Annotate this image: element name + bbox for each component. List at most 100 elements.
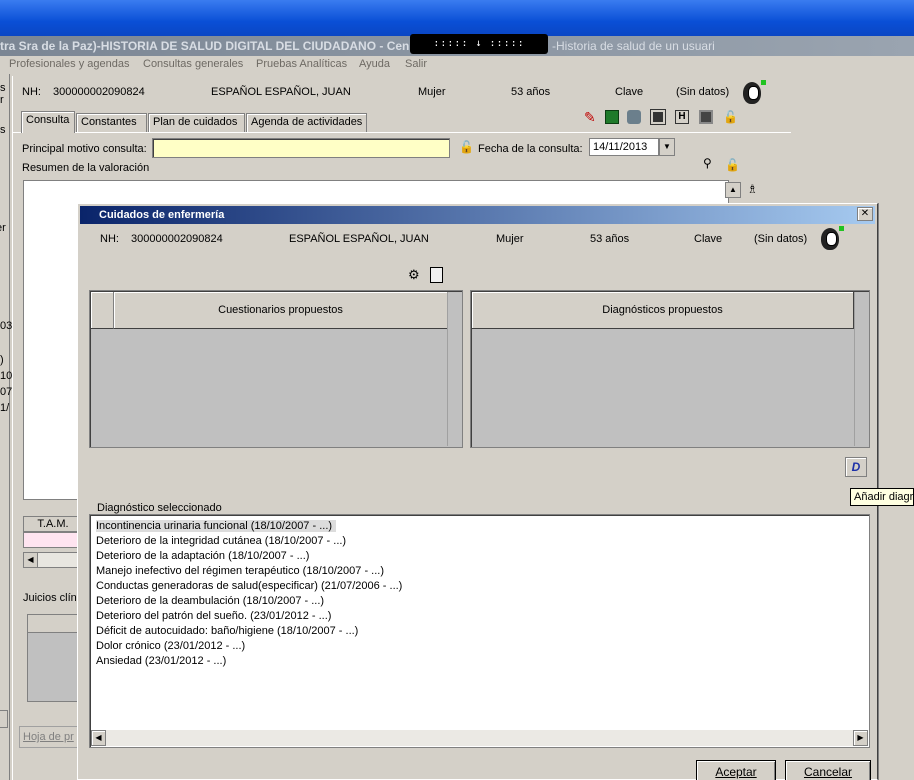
left-fragment: er bbox=[0, 222, 6, 234]
diag-group-label: Diagnóstico seleccionado bbox=[97, 502, 222, 514]
nh-value: 300000002090824 bbox=[53, 86, 145, 98]
patient-name: ESPAÑOL ESPAÑOL, JUAN bbox=[211, 86, 351, 98]
clave-value: (Sin datos) bbox=[754, 233, 808, 245]
tam-value-cell[interactable] bbox=[23, 532, 83, 548]
patient-age: 53 años bbox=[511, 86, 551, 98]
list-item[interactable]: Deterioro de la adaptación (18/10/2007 -… bbox=[96, 550, 309, 562]
juicios-label: Juicios clín bbox=[23, 592, 77, 604]
menu-bar: Profesionales y agendas Consultas genera… bbox=[0, 56, 914, 74]
tam-column-header: T.A.M. bbox=[23, 516, 83, 532]
diagnosis-list[interactable]: Incontinencia urinaria funcional (18/10/… bbox=[89, 514, 870, 748]
nh-label: NH: bbox=[22, 86, 41, 98]
left-fragment: 1/ bbox=[0, 402, 10, 414]
left-fragment: 07 bbox=[0, 386, 13, 398]
diagnosticos-header[interactable]: Diagnósticos propuestos bbox=[472, 292, 854, 329]
grid-icon[interactable] bbox=[605, 110, 619, 124]
background-window-left: s r s er 03 ) 10 07 1/ bbox=[0, 74, 13, 780]
horizontal-scrollbar[interactable]: ◀ ▶ bbox=[91, 730, 868, 746]
dialog-titlebar: Cuidados de enfermería bbox=[80, 206, 875, 224]
cuestionarios-scroll bbox=[447, 292, 461, 446]
list-item[interactable]: Deterioro de la integridad cutánea (18/1… bbox=[96, 535, 346, 547]
hoja-button[interactable]: Hoja de pr bbox=[19, 726, 83, 748]
window-title-suffix: -Historia de salud de un usuari bbox=[552, 39, 715, 53]
scroll-up-icon[interactable]: ▲ bbox=[725, 182, 741, 198]
menu-salir[interactable]: Salir bbox=[405, 58, 427, 70]
cuidados-dialog: Cuidados de enfermería ✕ NH: 30000000209… bbox=[77, 203, 878, 780]
diagnostico-seleccionado-group: Diagnóstico seleccionado Incontinencia u… bbox=[89, 500, 870, 748]
fecha-label: Fecha de la consulta: bbox=[478, 143, 583, 155]
hospital-icon[interactable]: H bbox=[675, 110, 689, 124]
diagnosticos-panel[interactable]: Diagnósticos propuestos bbox=[470, 290, 870, 448]
list-item[interactable]: Conductas generadoras de salud(especific… bbox=[96, 580, 402, 592]
left-fragment: s r bbox=[0, 82, 6, 106]
left-fragment: ) bbox=[0, 354, 4, 366]
patient-name: ESPAÑOL ESPAÑOL, JUAN bbox=[289, 233, 429, 245]
left-fragment: s bbox=[0, 124, 6, 136]
menu-ayuda[interactable]: Ayuda bbox=[359, 58, 390, 70]
lock-icon[interactable]: 🔓 bbox=[459, 140, 474, 154]
dialog-title: Cuidados de enfermería bbox=[99, 209, 225, 221]
list-item[interactable]: Deterioro del patrón del sueño. (23/01/2… bbox=[96, 610, 331, 622]
nh-value: 300000002090824 bbox=[131, 233, 223, 245]
patient-avatar bbox=[739, 80, 766, 110]
user-icon[interactable]: ♗ bbox=[747, 182, 758, 196]
list-item[interactable]: Manejo inefectivo del régimen terapéutic… bbox=[96, 565, 384, 577]
resumen-label: Resumen de la valoración bbox=[22, 162, 150, 174]
scroll-left-icon[interactable]: ◀ bbox=[24, 553, 38, 567]
patient-sex: Mujer bbox=[496, 233, 524, 245]
tab-divider bbox=[13, 132, 791, 133]
tab-consulta[interactable]: Consulta bbox=[21, 111, 75, 133]
list-item[interactable]: Ansiedad (23/01/2012 - ...) bbox=[96, 655, 226, 667]
zoom-icon[interactable]: ⚲ bbox=[703, 156, 712, 170]
cuestionarios-row-header bbox=[91, 292, 114, 329]
accept-button[interactable]: Aceptar bbox=[696, 760, 776, 780]
people-icon[interactable] bbox=[627, 110, 641, 124]
settings-icon[interactable]: ⚙ bbox=[408, 267, 420, 283]
taskbar-top bbox=[0, 0, 914, 36]
cancel-button-label: Cancelar bbox=[803, 765, 853, 779]
left-fragment: 03 bbox=[0, 320, 13, 332]
clave-value: (Sin datos) bbox=[676, 86, 730, 98]
list-item[interactable]: Déficit de autocuidado: baño/higiene (18… bbox=[96, 625, 358, 637]
scroll-right-icon[interactable]: ▶ bbox=[853, 730, 868, 746]
nh-label: NH: bbox=[100, 233, 119, 245]
pencil-icon[interactable]: ✎ bbox=[584, 110, 598, 124]
left-fragment: 10 bbox=[0, 370, 13, 382]
motivo-input[interactable] bbox=[152, 138, 450, 158]
list-item[interactable]: Deterioro de la deambulación (18/10/2007… bbox=[96, 595, 324, 607]
tam-scrollbar[interactable]: ◀ bbox=[23, 552, 83, 568]
add-diagnosis-tooltip: Añadir diagr bbox=[850, 488, 914, 506]
juicios-grid[interactable] bbox=[27, 614, 83, 702]
list-item[interactable]: Dolor crónico (23/01/2012 - ...) bbox=[96, 640, 245, 652]
list-item[interactable]: Incontinencia urinaria funcional (18/10/… bbox=[96, 520, 337, 532]
close-icon[interactable]: ✕ bbox=[857, 207, 873, 221]
diagnosticos-scroll bbox=[854, 292, 868, 446]
menu-profesionales[interactable]: Profesionales y agendas bbox=[9, 58, 129, 70]
fecha-input[interactable]: 14/11/2013 bbox=[589, 138, 659, 156]
cancel-button[interactable]: Cancelar bbox=[785, 760, 871, 780]
building-icon[interactable] bbox=[699, 110, 713, 124]
cuestionarios-header[interactable]: Cuestionarios propuestos bbox=[114, 292, 448, 329]
patient-age: 53 años bbox=[590, 233, 630, 245]
accept-button-label: Aceptar bbox=[715, 765, 757, 779]
window-title: tra Sra de la Paz)-HISTORIA DE SALUD DIG… bbox=[0, 39, 410, 53]
cuestionarios-panel[interactable]: Cuestionarios propuestos bbox=[89, 290, 463, 448]
clipboard-icon[interactable] bbox=[430, 267, 443, 283]
left-button-fragment[interactable] bbox=[0, 710, 8, 728]
lock-icon[interactable]: 🔓 bbox=[725, 158, 740, 172]
scroll-left-icon[interactable]: ◀ bbox=[91, 730, 106, 746]
motivo-label: Principal motivo consulta: bbox=[22, 143, 147, 155]
clave-label: Clave bbox=[694, 233, 723, 245]
menu-consultas[interactable]: Consultas generales bbox=[143, 58, 243, 70]
tab-constantes[interactable]: Constantes bbox=[76, 113, 147, 132]
tab-agenda[interactable]: Agenda de actividades bbox=[246, 113, 367, 132]
menu-pruebas[interactable]: Pruebas Analíticas bbox=[256, 58, 347, 70]
lock-icon[interactable]: 🔓 bbox=[723, 110, 738, 124]
patient-avatar bbox=[817, 226, 844, 256]
book-icon[interactable] bbox=[650, 109, 666, 125]
chevron-down-icon[interactable]: ▼ bbox=[659, 138, 675, 156]
add-diagnosis-button[interactable]: D bbox=[845, 457, 867, 477]
patient-sex: Mujer bbox=[418, 86, 446, 98]
tab-plan-de-cuidados[interactable]: Plan de cuidados bbox=[148, 113, 245, 132]
remote-control-bar[interactable]: ::::: ↓ ::::: bbox=[410, 34, 548, 54]
